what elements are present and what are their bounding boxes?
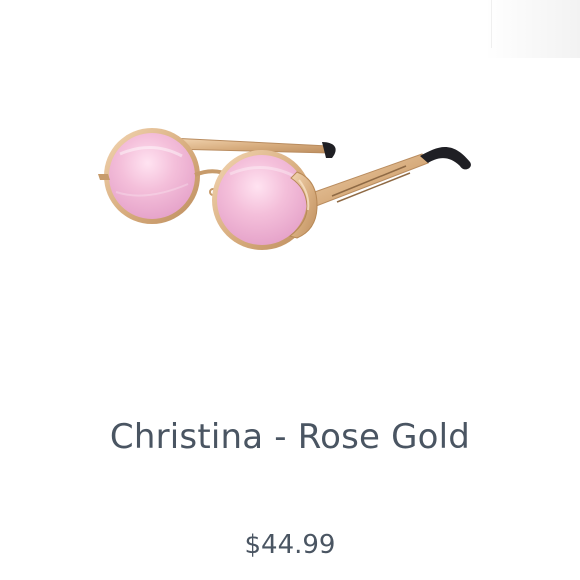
product-title[interactable]: Christina - Rose Gold [40,414,540,460]
product-price: $44.99 [244,530,336,560]
round-sunglasses-icon[interactable] [92,118,492,278]
edge-divider [491,0,492,48]
edge-shadow [484,0,580,58]
product-card: Christina - Rose Gold $44.99 [0,0,580,580]
